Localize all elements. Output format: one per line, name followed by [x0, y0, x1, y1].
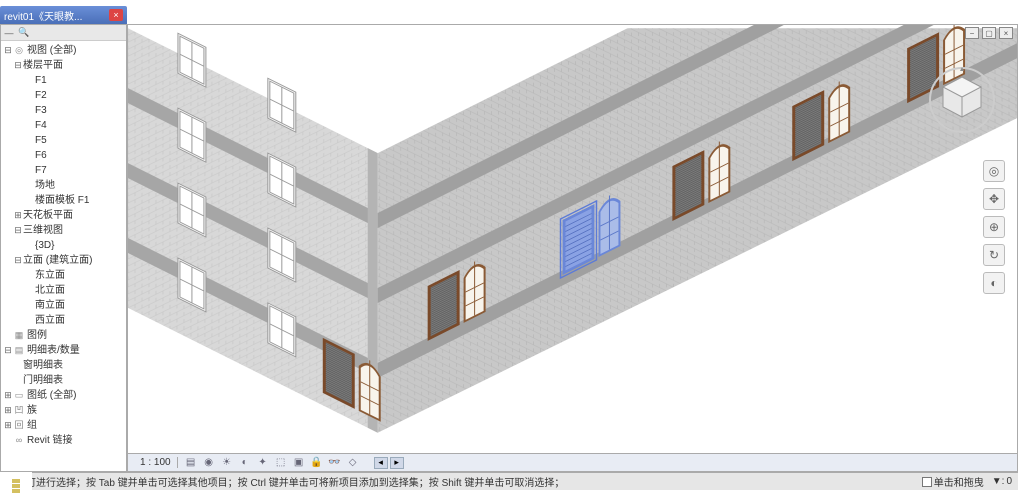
status-bar: 单击可进行选择；按 Tab 键并单击可选择其他项目；按 Ctrl 键并单击可将新…: [0, 472, 1018, 490]
scroll-right-icon[interactable]: ▸: [390, 457, 404, 469]
detail-level-icon[interactable]: ▤: [184, 456, 198, 470]
doc-window-controls: − ▢ ×: [965, 27, 1013, 39]
zoom-icon[interactable]: ⊕: [983, 216, 1005, 238]
tree-item[interactable]: 东立面: [1, 268, 126, 283]
tree-legends[interactable]: ▦ 图例: [1, 328, 126, 343]
plus-icon[interactable]: ⊞: [3, 404, 13, 417]
reveal-icon[interactable]: ◇: [346, 456, 360, 470]
tree-groups[interactable]: ⊞ 回 组: [1, 418, 126, 433]
family-icon: 凹: [13, 404, 25, 417]
press-drag-toggle[interactable]: 单击和拖曳: [922, 474, 984, 489]
checkbox-icon[interactable]: [922, 477, 932, 487]
search-icon[interactable]: 🔍: [18, 27, 30, 39]
shadows-icon[interactable]: ◐: [238, 456, 252, 470]
tree-item[interactable]: 楼面模板 F1: [1, 193, 126, 208]
tree-schedules[interactable]: ⊟ ▤ 明细表/数量: [1, 343, 126, 358]
model-canvas[interactable]: [128, 25, 1017, 471]
orbit-icon[interactable]: ↻: [983, 244, 1005, 266]
minus-icon[interactable]: ⊟: [13, 59, 23, 72]
view-control-bar: 1 : 100 ▤ ◉ ☀ ◐ ✦ ⬚ ▣ 🔒 👓 ◇ ◂ ▸: [128, 453, 1017, 471]
tree-item[interactable]: 场地: [1, 178, 126, 193]
scroll-left-icon[interactable]: ◂: [374, 457, 388, 469]
maximize-icon[interactable]: ▢: [982, 27, 996, 39]
tree-3d-item[interactable]: {3D}: [1, 238, 126, 253]
browser-toolbar: — 🔍: [1, 25, 126, 41]
sheets-icon: ▭: [13, 389, 25, 402]
plus-icon[interactable]: ⊞: [3, 389, 13, 402]
minus-icon[interactable]: ⊟: [3, 344, 13, 357]
tree-floorplans[interactable]: ⊟ 楼层平面: [1, 58, 126, 73]
app-logo: [0, 472, 32, 500]
tree-families[interactable]: ⊞ 凹 族: [1, 403, 126, 418]
title-text: revit01《天眼教...: [4, 8, 82, 23]
tree-item[interactable]: 北立面: [1, 283, 126, 298]
plus-icon[interactable]: ⊞: [13, 209, 23, 222]
legend-icon: ▦: [13, 329, 25, 342]
tree-item[interactable]: 门明细表: [1, 373, 126, 388]
minus-icon[interactable]: ⊟: [13, 224, 23, 237]
tree-links[interactable]: ∞ Revit 链接: [1, 433, 126, 448]
tree-item[interactable]: 西立面: [1, 313, 126, 328]
view-cube[interactable]: [927, 65, 997, 135]
workspace: — 🔍 ⊟ ◎ 视图 (全部) ⊟ 楼层平面 F1 F2 F3 F4 F5 F6…: [0, 24, 1018, 472]
visual-style-icon[interactable]: ◉: [202, 456, 216, 470]
title-bar: revit01《天眼教... ×: [0, 6, 127, 24]
tree-item[interactable]: 窗明细表: [1, 358, 126, 373]
close-button[interactable]: ×: [109, 9, 123, 21]
tree-item[interactable]: F7: [1, 163, 126, 178]
nav-bar: ◎ ✥ ⊕ ↻ ◐: [983, 160, 1005, 294]
filter-count[interactable]: ▼:0: [992, 476, 1012, 487]
tree-item[interactable]: 南立面: [1, 298, 126, 313]
tree-root[interactable]: ⊟ ◎ 视图 (全部): [1, 43, 126, 58]
sun-path-icon[interactable]: ☀: [220, 456, 234, 470]
tree-item[interactable]: F5: [1, 133, 126, 148]
project-browser: — 🔍 ⊟ ◎ 视图 (全部) ⊟ 楼层平面 F1 F2 F3 F4 F5 F6…: [0, 24, 127, 472]
tree-elevations[interactable]: ⊟ 立面 (建筑立面): [1, 253, 126, 268]
link-icon: ∞: [13, 434, 25, 447]
tree-3d[interactable]: ⊟ 三维视图: [1, 223, 126, 238]
scale-value[interactable]: 1 : 100: [134, 457, 178, 468]
minus-icon[interactable]: ⊟: [13, 254, 23, 267]
lock-icon[interactable]: 🔒: [310, 456, 324, 470]
crop-icon[interactable]: ⬚: [274, 456, 288, 470]
tree-item[interactable]: F3: [1, 103, 126, 118]
tree-item[interactable]: F1: [1, 73, 126, 88]
pan-icon[interactable]: ✥: [983, 188, 1005, 210]
tree-item[interactable]: F4: [1, 118, 126, 133]
look-icon[interactable]: ◐: [983, 272, 1005, 294]
views-icon: ◎: [13, 44, 25, 57]
temp-hide-icon[interactable]: 👓: [328, 456, 342, 470]
minimize-icon[interactable]: −: [965, 27, 979, 39]
status-tip: 单击可进行选择；按 Tab 键并单击可选择其他项目；按 Ctrl 键并单击可将新…: [6, 474, 922, 489]
tree-item[interactable]: F2: [1, 88, 126, 103]
minus-icon[interactable]: ⊟: [3, 44, 13, 57]
viewport-3d[interactable]: − ▢ × ◎ ✥ ⊕ ↻ ◐ 1 : 100 ▤: [127, 24, 1018, 472]
tree-item[interactable]: F6: [1, 148, 126, 163]
schedule-icon: ▤: [13, 344, 25, 357]
close-view-icon[interactable]: ×: [999, 27, 1013, 39]
plus-icon[interactable]: ⊞: [3, 419, 13, 432]
browser-tree: ⊟ ◎ 视图 (全部) ⊟ 楼层平面 F1 F2 F3 F4 F5 F6 F7 …: [1, 41, 126, 450]
tree-ceiling[interactable]: ⊞ 天花板平面: [1, 208, 126, 223]
dash-icon[interactable]: —: [3, 27, 15, 39]
rendering-icon[interactable]: ✦: [256, 456, 270, 470]
crop-visible-icon[interactable]: ▣: [292, 456, 306, 470]
tree-sheets[interactable]: ⊞ ▭ 图纸 (全部): [1, 388, 126, 403]
steering-wheel-icon[interactable]: ◎: [983, 160, 1005, 182]
group-icon: 回: [13, 419, 25, 432]
